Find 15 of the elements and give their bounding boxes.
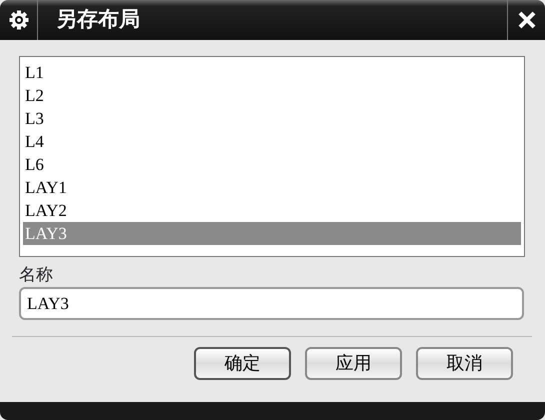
name-label: 名称: [19, 265, 53, 285]
list-item[interactable]: LAY2: [23, 199, 521, 222]
window-title: 另存布局: [56, 6, 140, 34]
dialog-button[interactable]: 取消: [416, 347, 513, 380]
list-item[interactable]: L3: [23, 107, 521, 130]
dialog-button[interactable]: 应用: [305, 347, 402, 380]
dialog-button[interactable]: 确定: [194, 347, 291, 380]
list-item[interactable]: L2: [23, 84, 521, 107]
close-icon: [516, 10, 536, 30]
name-field[interactable]: LAY3: [19, 287, 524, 320]
list-item[interactable]: L6: [23, 153, 521, 176]
list-item[interactable]: LAY1: [23, 176, 521, 199]
gear-icon[interactable]: [8, 10, 28, 30]
list-item[interactable]: L1: [23, 61, 521, 84]
list-item[interactable]: L4: [23, 130, 521, 153]
